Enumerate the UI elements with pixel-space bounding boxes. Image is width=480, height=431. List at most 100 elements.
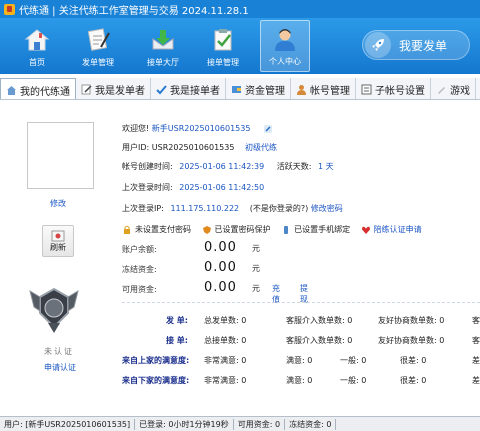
available-unit: 元	[252, 284, 260, 293]
user-level: 初级代练	[244, 143, 277, 152]
available-row: 可用资金: 0.00 元 充值 提现	[122, 280, 308, 304]
upstream-satisfaction-row: 来自上家的满意度: 非常满意: 0 满意: 0 一般: 0 很差: 0 差	[122, 355, 480, 367]
tab-fund-management[interactable]: 资金管理	[226, 78, 291, 99]
tab-label: 帐号管理	[310, 85, 350, 97]
toolbar-label: 首页	[29, 58, 45, 67]
apply-verification-link[interactable]: 申请认证	[44, 362, 76, 373]
person-icon	[296, 84, 307, 95]
available-value: 0.00	[204, 280, 237, 295]
toolbar-label: 接单管理	[207, 58, 239, 67]
security-label: 未设置支付密码	[135, 225, 191, 234]
verification-status: 未认证	[44, 347, 74, 356]
toolbar-accept-manage-button[interactable]: 接单管理	[198, 20, 248, 72]
user-id-line: 用户ID: USR2025010601535 初级代练	[122, 142, 277, 153]
welcome-line: 欢迎您! 新手USR2025010601535	[122, 123, 276, 134]
security-label: 陪练认证申请	[373, 225, 422, 234]
upstream-label: 来自上家的满意度:	[122, 356, 190, 365]
rank-badge-icon	[28, 283, 80, 335]
upstream-very: 非常满意: 0	[204, 356, 247, 365]
order-hall-icon	[149, 26, 177, 54]
tab-account-management[interactable]: 帐号管理	[291, 78, 356, 99]
security-item-password-protect[interactable]: 已设置密码保护	[202, 225, 274, 234]
heart-icon	[361, 226, 370, 234]
security-label: 已设置密码保护	[214, 225, 271, 234]
toolbar-order-hall-button[interactable]: 接单大厅	[138, 20, 188, 72]
active-days-label: 活跃天数:	[276, 162, 312, 171]
status-user: 用户: [新手USR2025010601535]	[0, 418, 136, 430]
not-me-label: (不是你登录的?)	[249, 204, 309, 213]
created-time: 2025-01-06 11:42:39	[179, 162, 265, 171]
user-id-label: 用户ID:	[122, 143, 150, 152]
last-login-time: 2025-01-06 11:42:50	[179, 183, 265, 192]
refresh-button[interactable]: 刷新	[42, 225, 74, 257]
accept-stats-label: 接 单:	[166, 336, 188, 345]
wallet-icon	[231, 84, 242, 95]
tab-label: 资金管理	[245, 85, 285, 97]
frozen-label: 冻结资金:	[122, 265, 157, 274]
app-logo-icon	[4, 3, 15, 15]
security-item-companion-verify[interactable]: 陪练认证申请	[361, 225, 422, 234]
status-available-funds: 可用资金: 0	[234, 418, 286, 430]
home-icon	[6, 85, 17, 96]
status-login-duration: 已登录: 0小时1分钟19秒	[135, 418, 234, 430]
frozen-value: 0.00	[204, 260, 237, 275]
available-label: 可用资金:	[122, 285, 157, 294]
tab-label: 我的代练通	[20, 86, 70, 98]
toolbar-label: 发单管理	[82, 58, 114, 67]
main-tabs: 我的代练通 我是发单者 我是接单者 资金管理 帐号管理 子帐号设置 游戏	[0, 78, 480, 100]
tab-game[interactable]: 游戏	[431, 78, 476, 99]
edit-avatar-link[interactable]: 修改	[50, 198, 66, 209]
window-title: 代练通 | 关注代练工作室管理与交易 2024.11.28.1	[19, 5, 249, 17]
toolbar-publish-manage-button[interactable]: 发单管理	[73, 20, 123, 72]
security-line: 未设置支付密码 已设置密码保护 已设置手机绑定 陪练认证申请	[122, 224, 422, 235]
last-ip-label: 上次登录IP:	[122, 204, 164, 213]
tab-my-dailiantong[interactable]: 我的代练通	[0, 78, 76, 99]
balance-row: 账户余额: 0.00 元	[122, 240, 260, 255]
downstream-satisfaction-row: 来自下家的满意度: 非常满意: 0 满意: 0 一般: 0 很差: 0 差	[122, 375, 480, 387]
accept-friend: 友好协商数单数: 0	[378, 336, 445, 345]
security-label: 已设置手机绑定	[294, 225, 351, 234]
upstream-bad: 很差: 0	[400, 356, 427, 365]
accept-col5: 客	[472, 336, 480, 345]
refresh-label: 刷新	[50, 242, 66, 252]
last-ip-line: 上次登录IP: 111.175.110.222 (不是你登录的?) 修改密码	[122, 203, 343, 214]
tab-label: 我是接单者	[170, 85, 220, 97]
edit-icon	[81, 84, 92, 95]
accept-order-icon	[209, 26, 237, 54]
tab-i-am-acceptor[interactable]: 我是接单者	[151, 78, 226, 99]
publish-order-label: 我要发单	[399, 38, 448, 53]
toolbar-home-button[interactable]: 首页	[12, 20, 62, 72]
sub-account-icon	[361, 84, 372, 95]
accept-stats-row: 接 单: 总接单数: 0 客服介入数单数: 0 友好协商数单数: 0 客	[122, 335, 480, 347]
last-login-label: 上次登录时间:	[122, 183, 173, 192]
last-login-line: 上次登录时间: 2025-01-06 11:42:50	[122, 182, 264, 193]
downstream-very: 非常满意: 0	[204, 376, 247, 385]
security-item-phone-bind[interactable]: 已设置手机绑定	[281, 225, 353, 234]
publish-order-button[interactable]: 我要发单	[362, 30, 470, 60]
created-label: 帐号创建时间:	[122, 162, 173, 171]
tab-label: 游戏	[450, 85, 470, 97]
publish-friend: 友好协商数单数: 0	[378, 316, 445, 325]
frozen-row: 冻结资金: 0.00 元	[122, 260, 260, 275]
main-toolbar: 首页 发单管理 接单大厅 接单管理 个人中心 我要发单	[0, 18, 480, 74]
balance-unit: 元	[252, 244, 260, 253]
pencil-icon	[436, 84, 447, 95]
tab-sub-account-settings[interactable]: 子帐号设置	[356, 78, 431, 99]
tab-i-am-publisher[interactable]: 我是发单者	[76, 78, 151, 99]
welcome-prefix: 欢迎您!	[122, 124, 150, 133]
app-window: 代练通 | 关注代练工作室管理与交易 2024.11.28.1 首页 发单管理 …	[0, 0, 480, 431]
edit-name-icon[interactable]	[263, 124, 273, 134]
publish-cs: 客服介入数单数: 0	[286, 316, 353, 325]
downstream-sat: 满意: 0	[286, 376, 313, 385]
toolbar-user-center-button[interactable]: 个人中心	[260, 20, 310, 72]
upstream-sat: 满意: 0	[286, 356, 313, 365]
security-item-pay-password[interactable]: 未设置支付密码	[122, 225, 194, 234]
balance-label: 账户余额:	[122, 245, 157, 254]
publish-total: 总发单数: 0	[204, 316, 247, 325]
change-password-link[interactable]: 修改密码	[311, 204, 343, 213]
status-frozen-funds: 冻结资金: 0	[285, 418, 337, 430]
title-bar: 代练通 | 关注代练工作室管理与交易 2024.11.28.1	[0, 0, 480, 18]
toolbar-label: 个人中心	[269, 57, 301, 66]
frozen-unit: 元	[252, 264, 260, 273]
active-days-value: 1 天	[318, 162, 334, 171]
